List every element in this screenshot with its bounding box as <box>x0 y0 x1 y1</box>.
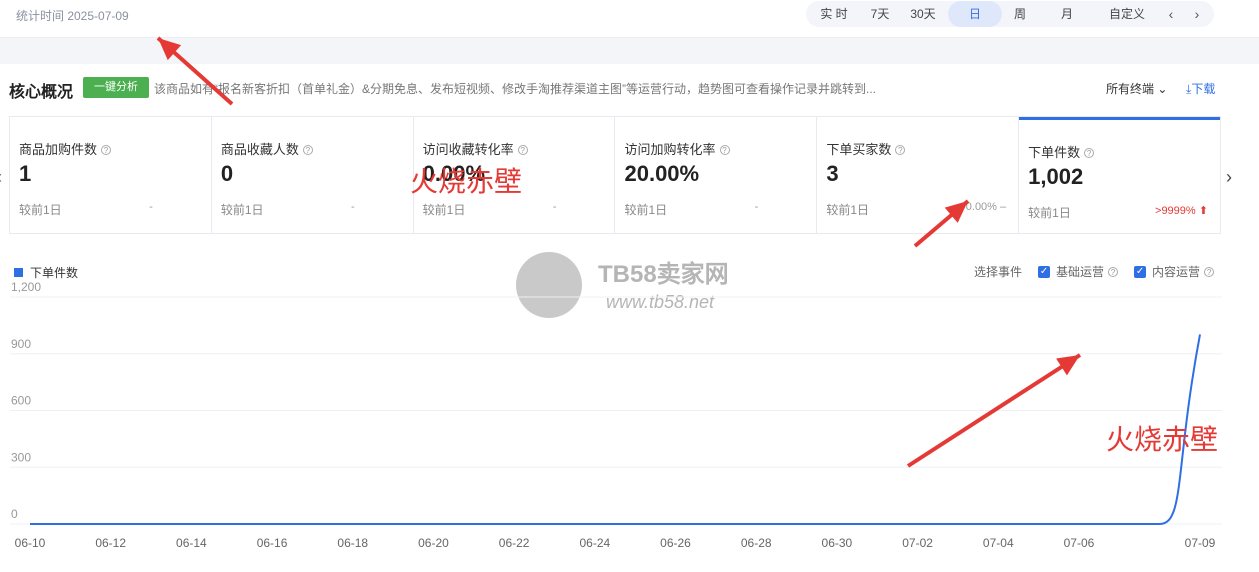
series-line-order-count <box>30 334 1201 525</box>
x-tick-label: 06-30 <box>822 536 853 550</box>
x-tick-label: 06-28 <box>741 536 772 550</box>
x-tick-label: 06-20 <box>418 536 449 550</box>
annotation-text: 火烧赤壁 <box>410 166 523 197</box>
order-count-chart: 1,200 900 600 300 0 06-10 06-12 06-14 06-16 06-18… <box>10 36 1222 550</box>
y-tick-label: 300 <box>11 450 31 464</box>
x-tick-label: 06-14 <box>176 536 207 550</box>
x-tick-label: 06-16 <box>257 536 288 550</box>
x-tick-label: 06-18 <box>337 536 368 550</box>
x-tick-label: 06-22 <box>499 536 530 550</box>
y-tick-label: 1,200 <box>11 280 41 294</box>
x-tick-label: 07-09 <box>1185 536 1216 550</box>
x-tick-label: 06-10 <box>15 536 46 550</box>
x-tick-label: 06-26 <box>660 536 691 550</box>
annotation-arrowhead <box>1056 355 1080 376</box>
x-tick-label: 07-06 <box>1064 536 1095 550</box>
annotation-text: 火烧赤壁 <box>1106 424 1219 455</box>
y-tick-label: 600 <box>11 394 31 408</box>
y-tick-label: 900 <box>11 337 31 351</box>
y-tick-label: 0 <box>11 507 18 521</box>
x-tick-label: 06-12 <box>95 536 126 550</box>
x-tick-label: 06-24 <box>579 536 610 550</box>
x-tick-label: 07-02 <box>902 536 933 550</box>
x-tick-label: 07-04 <box>983 536 1014 550</box>
